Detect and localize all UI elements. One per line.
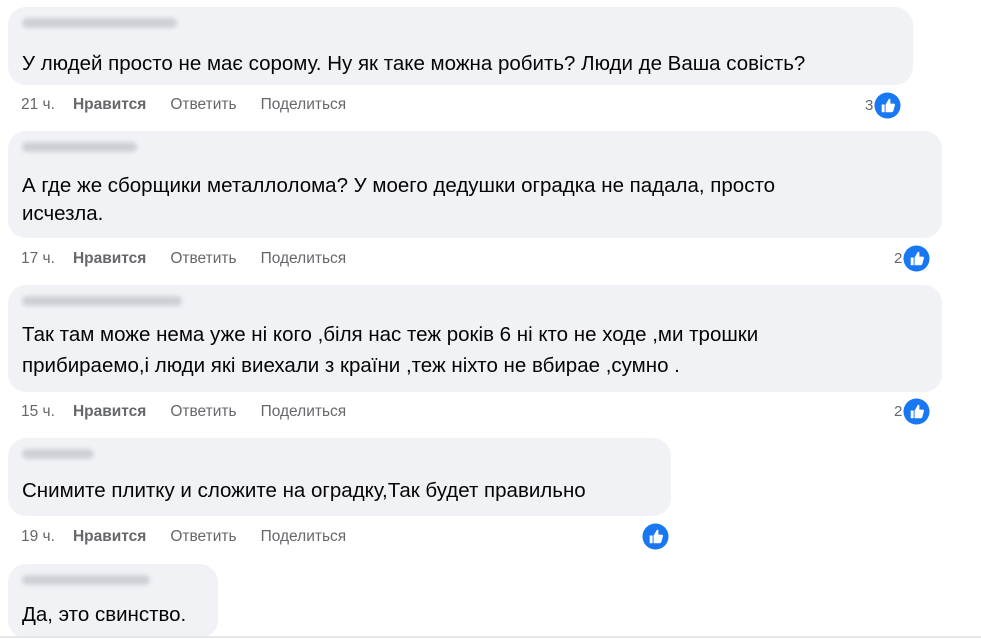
like-button[interactable]: Нравится — [73, 403, 146, 421]
comment-actions: 21 ч. Нравится Ответить Поделиться — [21, 95, 346, 115]
comment-text: У людей просто не має сорому. Ну як таке… — [22, 52, 806, 75]
author-name-blurred[interactable] — [22, 296, 182, 306]
comment-text: Да, это свинство. — [22, 603, 187, 626]
like-button[interactable]: Нравится — [73, 96, 146, 114]
reaction-summary[interactable]: 2 — [894, 397, 930, 425]
comment-time[interactable]: 21 ч. — [21, 96, 55, 114]
comment-time[interactable]: 19 ч. — [21, 528, 55, 546]
comment-bubble: А где же сборщики металлолома? У моего д… — [8, 131, 942, 238]
comment-actions: 15 ч. Нравится Ответить Поделиться — [21, 402, 346, 422]
comment-text-line-1: А где же сборщики металлолома? У моего д… — [22, 174, 776, 197]
reaction-summary[interactable] — [642, 522, 669, 550]
share-button[interactable]: Поделиться — [261, 96, 347, 114]
comment-text-line-2: прибираемо,і люди які виехали з країни ,… — [22, 354, 680, 377]
comment-bubble: Снимите плитку и сложите на оградку,Так … — [8, 438, 671, 516]
comment-text: Снимите плитку и сложите на оградку,Так … — [22, 479, 586, 502]
share-button[interactable]: Поделиться — [261, 250, 347, 268]
like-thumb-icon — [903, 397, 930, 425]
reaction-summary[interactable]: 3 — [865, 91, 901, 119]
divider — [0, 636, 981, 638]
like-button[interactable]: Нравится — [73, 250, 146, 268]
share-button[interactable]: Поделиться — [261, 403, 347, 421]
comment-time[interactable]: 17 ч. — [21, 250, 55, 268]
reaction-count: 2 — [894, 402, 903, 420]
comment-bubble: Да, это свинство. — [8, 564, 218, 638]
comment-actions: 17 ч. Нравится Ответить Поделиться — [21, 249, 346, 269]
reaction-count: 3 — [865, 96, 874, 114]
like-button[interactable]: Нравится — [73, 528, 146, 546]
share-button[interactable]: Поделиться — [261, 528, 347, 546]
reaction-count: 2 — [894, 249, 903, 267]
author-name-blurred[interactable] — [22, 142, 137, 152]
reply-button[interactable]: Ответить — [170, 96, 236, 114]
like-thumb-icon — [642, 522, 669, 550]
comment-time[interactable]: 15 ч. — [21, 403, 55, 421]
comment-bubble: Так там може нема уже ні кого ,біля нас … — [8, 285, 942, 392]
reply-button[interactable]: Ответить — [170, 403, 236, 421]
comment-text-line-2: исчезла. — [22, 202, 104, 225]
comment-text-line-1: Так там може нема уже ні кого ,біля нас … — [22, 323, 759, 346]
author-name-blurred[interactable] — [22, 18, 177, 28]
author-name-blurred[interactable] — [22, 575, 150, 585]
author-name-blurred[interactable] — [22, 449, 94, 459]
comment-actions: 19 ч. Нравится Ответить Поделиться — [21, 527, 346, 547]
like-thumb-icon — [903, 244, 930, 272]
comment-bubble: У людей просто не має сорому. Ну як таке… — [8, 7, 913, 85]
reply-button[interactable]: Ответить — [170, 528, 236, 546]
reply-button[interactable]: Ответить — [170, 250, 236, 268]
reaction-summary[interactable]: 2 — [894, 244, 930, 272]
like-thumb-icon — [874, 91, 901, 119]
